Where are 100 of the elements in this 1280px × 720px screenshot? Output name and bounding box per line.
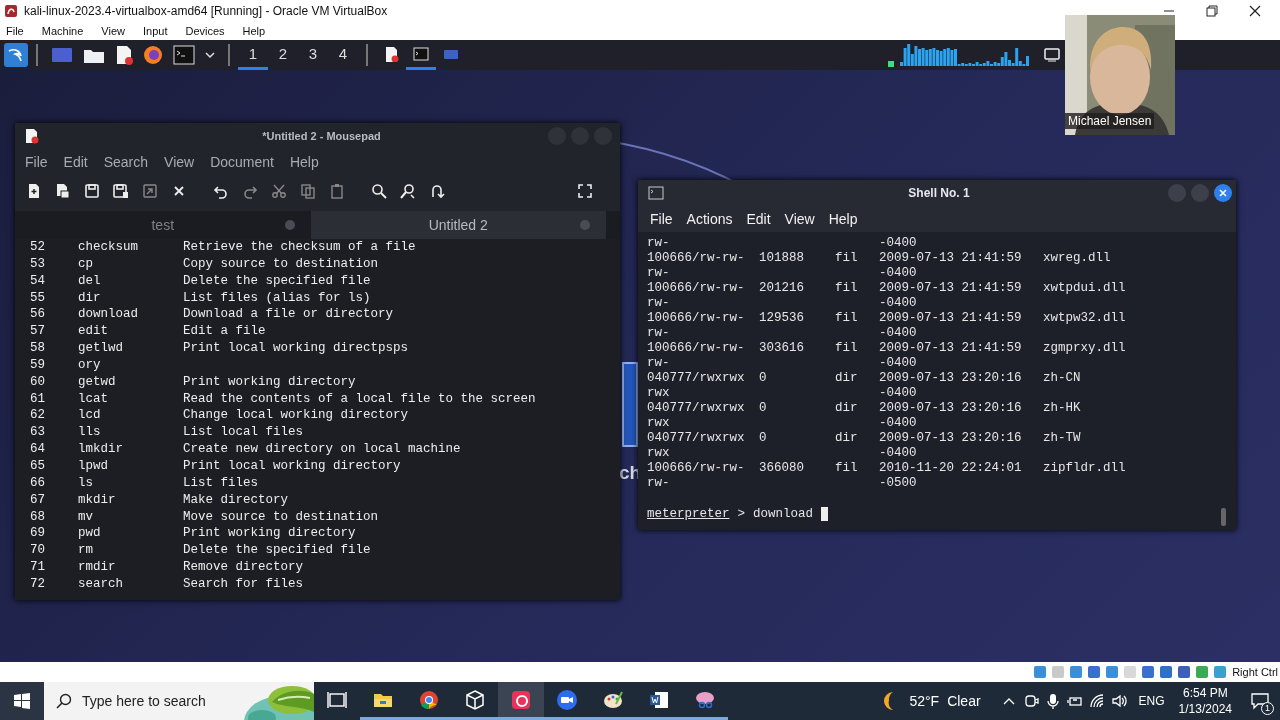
reload-icon[interactable] xyxy=(142,183,158,199)
open-file-icon[interactable] xyxy=(55,183,71,199)
replace-icon[interactable] xyxy=(400,183,416,199)
cube-icon xyxy=(464,688,486,711)
menu-item[interactable]: Document xyxy=(210,154,274,170)
line-number: 64 xyxy=(30,441,46,458)
search-field[interactable]: Type here to search xyxy=(82,693,232,709)
output-text: rwx xyxy=(647,446,671,461)
menu-item[interactable]: Actions xyxy=(686,211,733,227)
weather-text[interactable]: Clear xyxy=(947,693,981,709)
menu-item[interactable]: Machine xyxy=(41,25,84,37)
download-icon[interactable] xyxy=(1212,664,1229,680)
notifications-button[interactable]: 1 xyxy=(1246,687,1274,715)
close-button[interactable] xyxy=(1214,184,1232,202)
line-number: 69 xyxy=(30,525,46,543)
firefox-icon[interactable] xyxy=(143,45,163,65)
audio-icon[interactable] xyxy=(1068,664,1085,680)
description-text: Print working directory xyxy=(183,373,356,391)
redo-icon[interactable] xyxy=(242,183,258,199)
capture-icon[interactable] xyxy=(1158,664,1175,680)
command-text: getlwd xyxy=(78,340,124,357)
menu-item[interactable]: Input xyxy=(142,25,168,37)
workspace-button[interactable]: 2 xyxy=(268,40,298,70)
menu-item[interactable]: File xyxy=(25,154,48,170)
output-text: 100666/rw-rw- xyxy=(647,281,746,296)
menu-item[interactable]: Help xyxy=(242,25,266,37)
start-button[interactable] xyxy=(0,682,44,720)
language-indicator[interactable]: ENG xyxy=(1138,694,1165,708)
temperature-text[interactable]: 52°F xyxy=(909,693,940,709)
command-text: rm xyxy=(78,542,94,560)
menu-item[interactable]: Help xyxy=(828,211,858,227)
participant-name: Michael Jensen xyxy=(1065,113,1155,129)
undo-icon[interactable] xyxy=(213,183,229,199)
editor-tab[interactable]: Untitled 2 xyxy=(310,211,606,239)
menu-item[interactable]: View xyxy=(784,211,815,227)
network-icon[interactable] xyxy=(1086,664,1103,680)
menu-item[interactable]: File xyxy=(650,211,673,227)
paste-icon[interactable] xyxy=(329,183,345,199)
line-number: 53 xyxy=(30,255,46,273)
output-text: -0400 xyxy=(879,386,918,401)
workspace-button[interactable]: 1 xyxy=(238,40,268,70)
command-text: ls xyxy=(78,474,94,492)
output-text: 0 xyxy=(759,371,768,386)
new-file-icon[interactable] xyxy=(26,183,42,199)
line-number: 65 xyxy=(30,457,46,475)
go-to-line-icon[interactable] xyxy=(429,183,445,199)
virtualbox-icon xyxy=(4,4,18,18)
menu-item[interactable]: Edit xyxy=(63,154,88,170)
menu-item[interactable]: Help xyxy=(289,154,319,170)
workspace-button[interactable]: 3 xyxy=(298,40,328,70)
copy-icon[interactable] xyxy=(300,183,316,199)
workspace-button[interactable]: 4 xyxy=(328,40,358,70)
output-text: 0 xyxy=(759,431,768,446)
save-icon[interactable] xyxy=(84,183,100,199)
usb-icon[interactable] xyxy=(1104,664,1121,680)
output-text: -0400 xyxy=(879,446,918,461)
camera-icon[interactable] xyxy=(1022,693,1039,709)
command-text: ory xyxy=(78,356,102,374)
save-as-icon[interactable] xyxy=(113,183,129,199)
output-text: zgmprxy.dll xyxy=(1043,341,1127,356)
output-text: xwtpw32.dll xyxy=(1043,311,1127,326)
output-text: rw- xyxy=(647,326,671,341)
close-icon[interactable] xyxy=(1248,4,1262,18)
kali-menu-icon[interactable] xyxy=(4,43,28,67)
line-number: 61 xyxy=(30,390,46,408)
line-number: 54 xyxy=(30,272,46,290)
menu-item[interactable]: Devices xyxy=(185,25,225,37)
desktop-icon[interactable] xyxy=(51,46,73,64)
desktop-icon[interactable] xyxy=(622,362,638,447)
taskbar-button[interactable] xyxy=(498,682,544,720)
menu-item[interactable]: Edit xyxy=(746,211,771,227)
cut-icon[interactable] xyxy=(271,183,287,199)
search-icon[interactable] xyxy=(371,183,387,199)
menu-item[interactable]: File xyxy=(6,25,24,37)
restore-icon[interactable] xyxy=(1205,4,1219,18)
scrollbar-thumb[interactable] xyxy=(1221,508,1226,526)
editor-tab[interactable]: test xyxy=(15,211,311,239)
fullscreen-icon[interactable] xyxy=(577,183,593,199)
menu-item[interactable]: View xyxy=(164,154,195,170)
text-editor-icon[interactable] xyxy=(115,45,133,65)
cpu-icon[interactable] xyxy=(1176,664,1193,680)
chrome-icon xyxy=(418,688,440,711)
terminal-icon[interactable] xyxy=(173,45,195,65)
menu-item[interactable]: Search xyxy=(103,154,149,170)
microphone-icon[interactable] xyxy=(1044,693,1061,709)
output-text: -0400 xyxy=(879,416,918,431)
line-number: 70 xyxy=(30,542,46,560)
clock-time[interactable]: 6:54 PM xyxy=(1182,685,1228,701)
caret-icon[interactable] xyxy=(205,50,215,60)
command-text: checksum xyxy=(78,239,139,256)
display-icon[interactable] xyxy=(1044,48,1060,62)
command-text: cp xyxy=(78,255,94,273)
wifi-icon[interactable] xyxy=(1088,693,1105,709)
clock-date[interactable]: 1/13/2024 xyxy=(1178,701,1232,717)
menu-item[interactable]: View xyxy=(101,25,125,37)
display-icon[interactable] xyxy=(1140,664,1157,680)
command-text: lpwd xyxy=(78,457,109,475)
guest-additions-icon[interactable] xyxy=(1194,664,1211,680)
output-text: 2009-07-13 23:20:16 xyxy=(879,371,1023,386)
speaker-icon[interactable] xyxy=(1110,693,1127,709)
